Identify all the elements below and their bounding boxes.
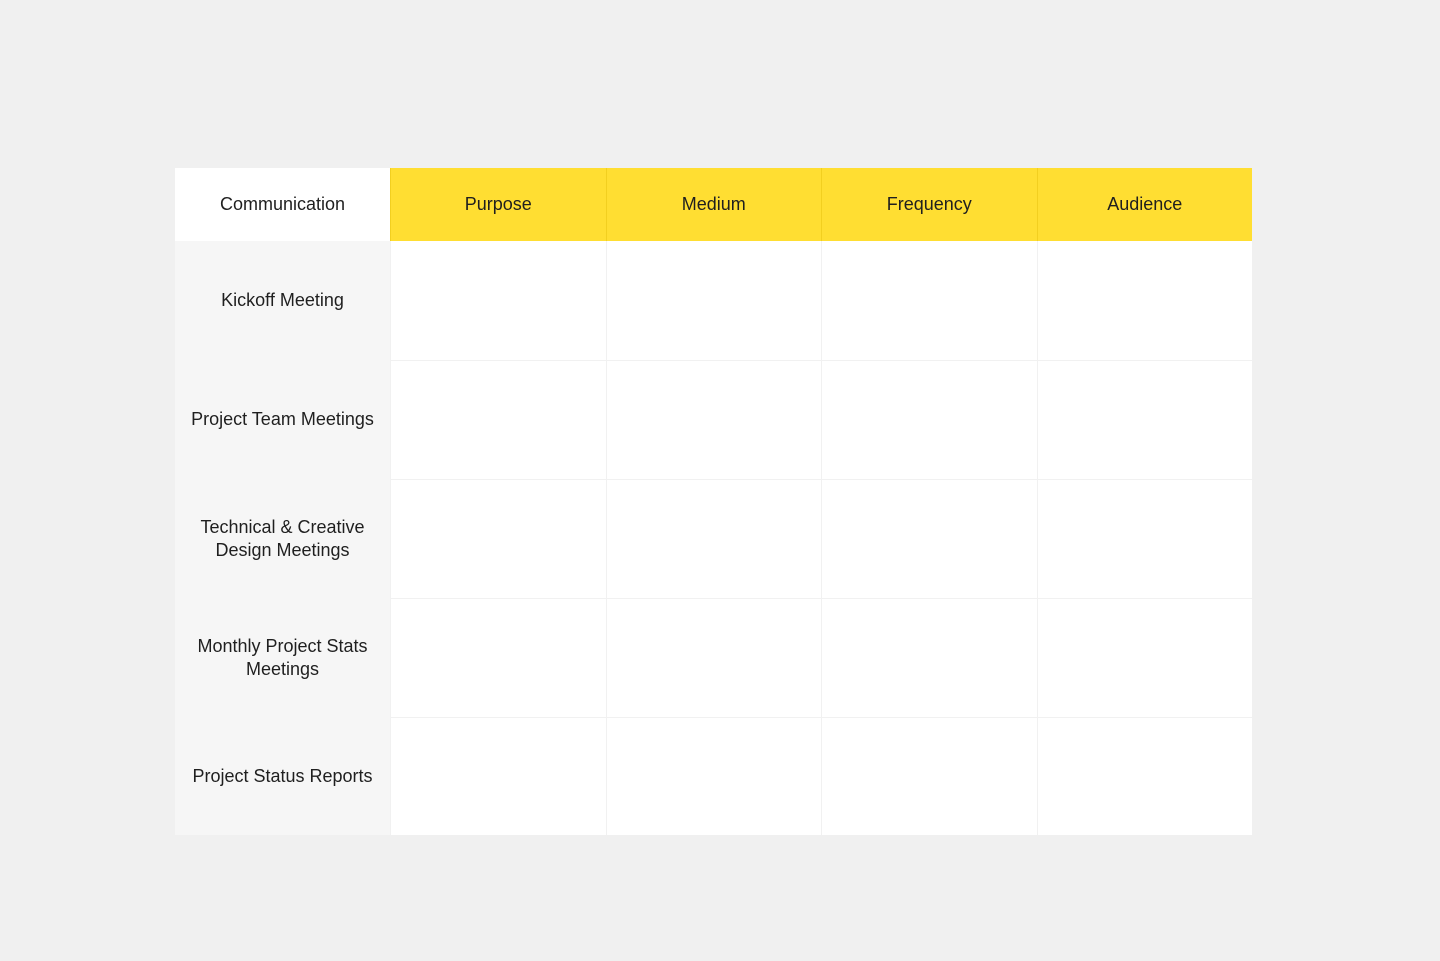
table-cell[interactable] bbox=[1036, 241, 1252, 360]
table-cell[interactable] bbox=[390, 717, 606, 835]
row-header-project-team-meetings: Project Team Meetings bbox=[175, 360, 390, 479]
table-cell[interactable] bbox=[821, 717, 1037, 835]
row-header-technical-creative-design-meetings: Technical & Creative Design Meetings bbox=[175, 479, 390, 598]
table-cell[interactable] bbox=[1036, 479, 1252, 598]
table-cell[interactable] bbox=[821, 479, 1037, 598]
table-cell[interactable] bbox=[605, 717, 821, 835]
column-header-purpose: Purpose bbox=[390, 168, 606, 241]
table-cell[interactable] bbox=[390, 360, 606, 479]
column-header-frequency: Frequency bbox=[821, 168, 1037, 241]
table-cell[interactable] bbox=[390, 241, 606, 360]
corner-header: Communication bbox=[175, 168, 390, 241]
table-cell[interactable] bbox=[605, 598, 821, 717]
table-cell[interactable] bbox=[605, 479, 821, 598]
column-header-audience: Audience bbox=[1036, 168, 1252, 241]
table-cell[interactable] bbox=[605, 241, 821, 360]
table-cell[interactable] bbox=[821, 360, 1037, 479]
row-header-monthly-project-stats-meetings: Monthly Project Stats Meetings bbox=[175, 598, 390, 717]
table-cell[interactable] bbox=[1036, 360, 1252, 479]
table-cell[interactable] bbox=[1036, 717, 1252, 835]
table-cell[interactable] bbox=[605, 360, 821, 479]
row-header-project-status-reports: Project Status Reports bbox=[175, 717, 390, 835]
table-cell[interactable] bbox=[390, 479, 606, 598]
table-cell[interactable] bbox=[390, 598, 606, 717]
table-cell[interactable] bbox=[821, 241, 1037, 360]
table-cell[interactable] bbox=[1036, 598, 1252, 717]
table-cell[interactable] bbox=[821, 598, 1037, 717]
communication-matrix: Communication Purpose Medium Frequency A… bbox=[175, 168, 1252, 835]
column-header-medium: Medium bbox=[605, 168, 821, 241]
row-header-kickoff-meeting: Kickoff Meeting bbox=[175, 241, 390, 360]
